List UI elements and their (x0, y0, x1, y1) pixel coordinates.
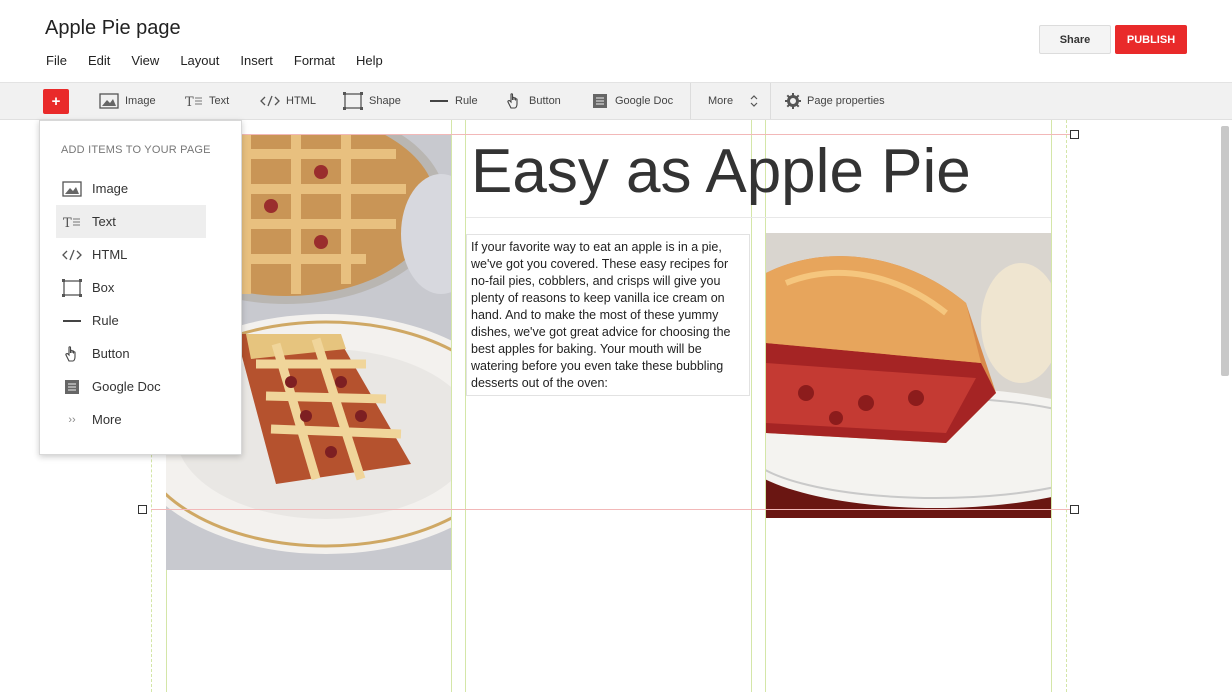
publish-button[interactable]: PUBLISH (1115, 25, 1187, 54)
toolbar-rule-label: Rule (455, 95, 478, 107)
doc-icon (65, 379, 79, 394)
toolbar-more[interactable]: More (708, 83, 765, 119)
gear-icon (785, 93, 801, 109)
toolbar-html[interactable]: HTML (260, 83, 316, 119)
menu-help[interactable]: Help (356, 53, 383, 68)
text-box[interactable]: If your favorite way to eat an apple is … (466, 234, 750, 396)
app-header: Apple Pie page File Edit View Layout Ins… (0, 0, 1232, 82)
menu-file[interactable]: File (46, 53, 67, 68)
add-menu-item-rule[interactable]: Rule (56, 304, 206, 337)
add-menu-item-label: Image (92, 181, 129, 196)
add-menu-item-label: Text (92, 214, 116, 229)
toolbar-more-label: More (708, 95, 734, 107)
html-icon (260, 95, 280, 107)
toolbar-page-properties-label: Page properties (807, 95, 885, 107)
add-item-button[interactable]: + (43, 89, 69, 114)
toolbar-text-label: Text (209, 95, 230, 107)
toolbar-separator (770, 83, 771, 119)
guide-line (1066, 120, 1067, 692)
add-menu-item-label: More (92, 412, 122, 427)
add-menu-item-html[interactable]: HTML (56, 238, 206, 271)
menu-view[interactable]: View (131, 53, 159, 68)
page-title[interactable]: Apple Pie page (45, 17, 181, 40)
resize-handle[interactable] (1070, 130, 1079, 139)
toolbar-button[interactable]: Button (505, 83, 561, 119)
menu-insert[interactable]: Insert (240, 53, 273, 68)
toolbar-shape-label: Shape (369, 95, 401, 107)
toolbar-image-label: Image (125, 95, 156, 107)
add-menu-item-label: Google Doc (92, 379, 161, 394)
hand-icon (65, 345, 76, 362)
insert-toolbar: + Image T Text HTML Shape Rule Button Go… (0, 82, 1232, 120)
shape-icon (343, 92, 363, 110)
toolbar-google-doc-label: Google Doc (615, 95, 674, 107)
share-button[interactable]: Share (1039, 25, 1111, 54)
updown-icon (750, 95, 758, 107)
html-icon (62, 249, 82, 260)
rule-icon (63, 319, 81, 322)
toolbar-text[interactable]: T Text (185, 83, 229, 119)
svg-text:T: T (63, 216, 72, 229)
menu-bar: File Edit View Layout Insert Format Help (46, 53, 404, 68)
toolbar-google-doc[interactable]: Google Doc (591, 83, 673, 119)
text-icon: T (63, 216, 80, 229)
toolbar-separator (690, 83, 691, 119)
svg-text:T: T (185, 95, 194, 108)
rule-icon (430, 100, 448, 102)
doc-icon (593, 94, 607, 108)
add-menu-item-image[interactable]: Image (56, 172, 206, 205)
menu-edit[interactable]: Edit (88, 53, 110, 68)
add-menu-item-button[interactable]: Button (56, 337, 206, 370)
add-menu-item-google-doc[interactable]: Google Doc (56, 370, 206, 403)
toolbar-button-label: Button (529, 95, 561, 107)
add-items-menu-title: ADD ITEMS TO YOUR PAGE (61, 144, 211, 156)
image-icon (99, 93, 119, 109)
add-menu-item-text[interactable]: T Text (56, 205, 206, 238)
toolbar-page-properties[interactable]: Page properties (785, 83, 885, 119)
vertical-scrollbar[interactable] (1221, 126, 1229, 376)
add-menu-item-box[interactable]: Box (56, 271, 206, 304)
image-icon (62, 180, 82, 197)
resize-handle[interactable] (1070, 505, 1079, 514)
resize-handle[interactable] (138, 505, 147, 514)
toolbar-html-label: HTML (286, 95, 316, 107)
menu-format[interactable]: Format (294, 53, 335, 68)
hand-icon (507, 93, 518, 109)
menu-layout[interactable]: Layout (180, 53, 219, 68)
add-menu-item-label: HTML (92, 247, 128, 262)
guide-line (151, 134, 1074, 135)
add-menu-item-label: Rule (92, 313, 119, 328)
toolbar-shape[interactable]: Shape (343, 83, 401, 119)
guide-line (151, 509, 1074, 510)
add-menu-item-label: Button (92, 346, 130, 361)
cherry-pie-slice-image[interactable] (766, 233, 1051, 518)
guide-line (1051, 120, 1052, 692)
guide-line (451, 120, 452, 692)
page-heading[interactable]: Easy as Apple Pie (466, 134, 1051, 218)
toolbar-rule[interactable]: Rule (429, 83, 478, 119)
more-icon: ›› (68, 413, 76, 426)
box-icon (62, 278, 82, 297)
toolbar-image[interactable]: Image (99, 83, 156, 119)
add-items-menu: ADD ITEMS TO YOUR PAGE Image T Text HTML… (39, 120, 242, 455)
add-menu-item-more[interactable]: ›› More (56, 403, 206, 436)
text-icon: T (185, 95, 202, 108)
add-menu-item-label: Box (92, 280, 115, 295)
